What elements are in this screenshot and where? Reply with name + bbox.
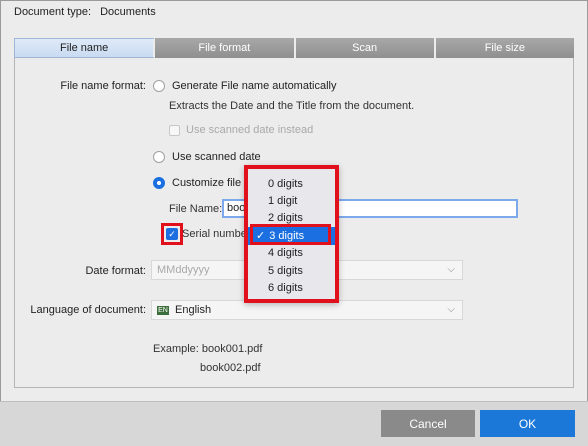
radio-circle-icon xyxy=(153,151,165,163)
tab-file-name[interactable]: File name xyxy=(14,38,156,58)
menu-item-4-digits[interactable]: 4 digits xyxy=(248,245,335,262)
ok-button[interactable]: OK xyxy=(480,410,575,437)
radio-customize[interactable]: Customize file n xyxy=(153,177,250,189)
chevron-down-icon: ⌵ xyxy=(447,264,455,275)
tab-file-size[interactable]: File size xyxy=(435,38,574,58)
document-type: Document type: Documents xyxy=(14,6,156,18)
document-type-label: Document type: xyxy=(14,6,92,18)
menu-item-1-digit[interactable]: 1 digit xyxy=(248,192,335,209)
flag-icon: EN xyxy=(157,305,169,315)
menu-item-6-digits[interactable]: 6 digits xyxy=(248,279,335,296)
auto-description: Extracts the Date and the Title from the… xyxy=(169,100,415,112)
file-name-format-label: File name format: xyxy=(60,80,146,92)
example-value-2: book002.pdf xyxy=(200,362,261,374)
radio-circle-icon xyxy=(153,80,165,92)
language-select[interactable]: EN English ⌵ xyxy=(151,300,463,320)
tab-scan[interactable]: Scan xyxy=(295,38,436,58)
checkbox-icon xyxy=(169,124,180,136)
date-format-label: Date format: xyxy=(85,265,146,277)
menu-item-5-digits[interactable]: 5 digits xyxy=(248,262,335,279)
language-label: Language of document: xyxy=(30,304,146,316)
radio-generate-auto[interactable]: Generate File name automatically xyxy=(153,80,336,92)
tab-bar: File name File format Scan File size xyxy=(14,38,574,58)
chevron-down-icon: ⌵ xyxy=(447,304,455,315)
example-value-1: book001.pdf xyxy=(201,343,263,355)
file-name-label: File Name: xyxy=(169,203,223,215)
date-format-value: MMddyyyy xyxy=(157,264,210,276)
radio-generate-auto-label: Generate File name automatically xyxy=(172,80,337,92)
selected-item-highlight xyxy=(250,224,331,245)
use-scanned-date-instead-option: Use scanned date instead xyxy=(169,124,313,136)
cancel-button[interactable]: Cancel xyxy=(381,410,475,437)
radio-selected-icon xyxy=(153,177,165,189)
language-value: English xyxy=(175,304,212,316)
example-line-1: Example: book001.pdf xyxy=(153,343,262,355)
serial-number-label: Serial number xyxy=(182,228,251,240)
radio-use-scanned-date[interactable]: Use scanned date xyxy=(153,151,261,163)
serial-checkbox-highlight xyxy=(161,223,183,245)
menu-item-0-digits[interactable]: 0 digits xyxy=(248,175,335,192)
example-label: Example: xyxy=(153,343,199,355)
radio-customize-label: Customize file n xyxy=(172,177,251,189)
use-scanned-date-instead-label: Use scanned date instead xyxy=(186,124,314,136)
document-type-value: Documents xyxy=(100,6,156,18)
tab-file-format[interactable]: File format xyxy=(155,38,296,58)
radio-use-scanned-date-label: Use scanned date xyxy=(172,151,261,163)
